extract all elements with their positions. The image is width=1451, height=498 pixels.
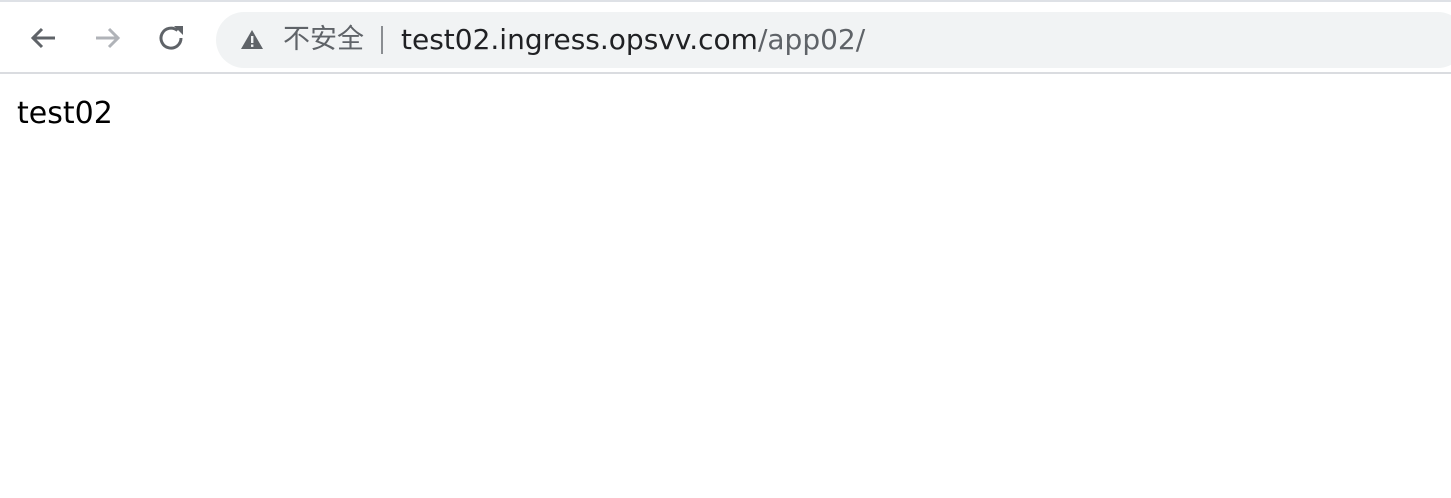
forward-button[interactable] <box>87 15 127 61</box>
url-path: /app02/ <box>757 23 866 56</box>
separator <box>381 26 383 54</box>
reload-button[interactable] <box>152 15 192 61</box>
browser-toolbar: 不安全 test02.ingress.opsvv.com/app02/ <box>0 0 1451 74</box>
warning-triangle-icon[interactable] <box>240 28 264 52</box>
url-text[interactable]: test02.ingress.opsvv.com/app02/ <box>401 21 865 59</box>
back-button[interactable] <box>24 15 64 61</box>
arrow-left-icon <box>28 22 60 54</box>
page-body-text: test02 <box>17 96 113 131</box>
security-status-label[interactable]: 不安全 <box>283 22 364 58</box>
address-bar[interactable]: 不安全 test02.ingress.opsvv.com/app02/ <box>216 12 1451 68</box>
url-host: test02.ingress.opsvv.com <box>401 23 758 56</box>
arrow-right-icon <box>91 22 123 54</box>
reload-icon <box>156 22 188 54</box>
